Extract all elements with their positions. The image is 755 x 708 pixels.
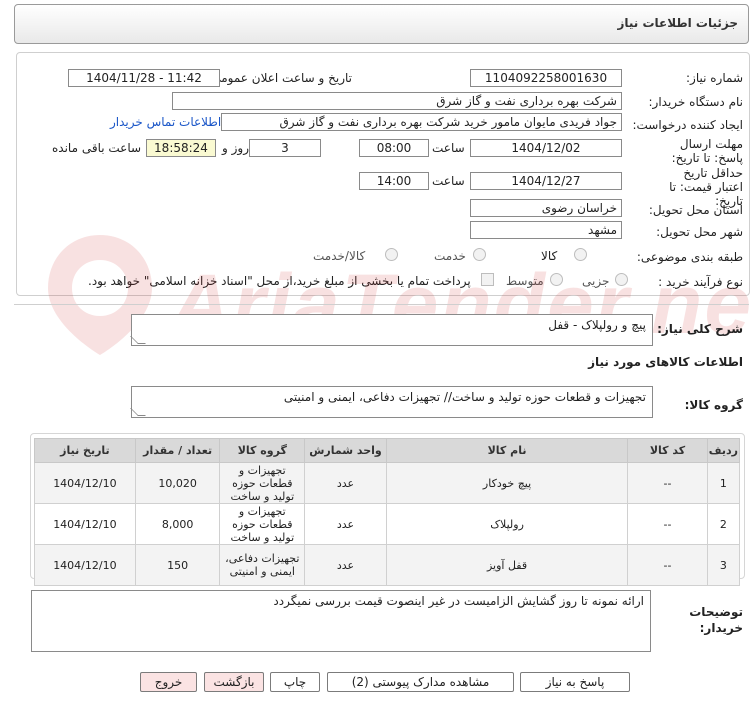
announce-datetime-field: 1404/11/28 - 11:42 bbox=[68, 69, 220, 87]
items-table: ردیف کد کالا نام کالا واحد شمارش گروه کا… bbox=[34, 438, 741, 586]
cell-need-date: 1404/12/10 bbox=[34, 462, 136, 504]
category-service-label: خدمت bbox=[434, 249, 466, 263]
back-button[interactable]: بازگشت bbox=[204, 672, 264, 692]
remaining-time-label: ساعت باقی مانده bbox=[52, 141, 142, 155]
process-medium-label: متوسط bbox=[506, 274, 544, 288]
need-number-label: شماره نیاز: bbox=[686, 71, 743, 85]
table-row: 3 -- قفل آویز عدد تجهیزات دفاعی، ایمنی و… bbox=[34, 544, 741, 586]
col-header-item-code: کد کالا bbox=[627, 438, 708, 463]
col-header-unit: واحد شمارش bbox=[304, 438, 387, 463]
remaining-time-field: 18:58:24 bbox=[146, 139, 216, 157]
reply-deadline-time: 08:00 bbox=[359, 139, 429, 157]
summary-label: شرح کلی نیاز: bbox=[657, 322, 743, 336]
reply-deadline-label: مهلت ارسال پاسخ: تا تاریخ: bbox=[671, 137, 743, 165]
resize-handle-icon[interactable] bbox=[130, 336, 146, 344]
cell-group: تجهیزات و قطعات حوزه تولید و ساخت bbox=[219, 462, 306, 504]
province-field: خراسان رضوی bbox=[470, 199, 622, 217]
col-header-item-name: نام کالا bbox=[385, 438, 629, 463]
city-field: مشهد bbox=[470, 221, 622, 239]
page-header: جزئیات اطلاعات نیاز bbox=[14, 4, 749, 44]
col-header-need-date: تاریخ نیاز bbox=[34, 438, 136, 463]
table-header-row: ردیف کد کالا نام کالا واحد شمارش گروه کا… bbox=[34, 438, 741, 463]
cell-item-name: پیچ خودکار bbox=[385, 462, 629, 504]
buyer-notes-label: توضیحات خریدار: bbox=[689, 605, 743, 635]
cell-group: تجهیزات دفاعی، ایمنی و امنیتی bbox=[219, 544, 306, 586]
requester-field: جواد فریدی مایوان مامور خرید شرکت بهره ب… bbox=[221, 113, 622, 131]
announce-datetime-label: تاریخ و ساعت اعلان عمومی: bbox=[207, 71, 352, 85]
page-title: جزئیات اطلاعات نیاز bbox=[617, 16, 738, 30]
reply-time-label: ساعت bbox=[432, 141, 465, 155]
cell-quantity: 8,000 bbox=[134, 503, 221, 545]
summary-text: پیچ و رولپلاک - قفل bbox=[548, 318, 646, 332]
goods-group-textarea: تجهیزات و قطعات حوزه تولید و ساخت// تجهی… bbox=[130, 386, 653, 418]
buyer-org-label: نام دستگاه خریدار: bbox=[648, 95, 744, 109]
cell-item-code: -- bbox=[627, 503, 708, 545]
cell-unit: عدد bbox=[304, 544, 387, 586]
goods-group-label: گروه کالا: bbox=[684, 398, 743, 412]
cell-unit: عدد bbox=[304, 503, 387, 545]
summary-textarea: پیچ و رولپلاک - قفل bbox=[130, 314, 653, 346]
price-validity-label: حداقل تاریخ اعتبار قیمت: تا تاریخ: bbox=[669, 166, 743, 208]
price-validity-date: 1404/12/27 bbox=[470, 172, 622, 190]
buyer-org-field: شرکت بهره برداری نفت و گاز شرق bbox=[172, 92, 622, 110]
table-row: 2 -- رولپلاک عدد تجهیزات و قطعات حوزه تو… bbox=[34, 503, 741, 545]
buyer-notes-textarea: ارائه نمونه تا روز گشایش الزامیست در غیر… bbox=[31, 590, 651, 652]
cell-need-date: 1404/12/10 bbox=[34, 544, 136, 586]
treasury-payment-note: پرداخت تمام یا بخشی از مبلغ خرید،از محل … bbox=[88, 274, 471, 288]
process-medium-radio[interactable] bbox=[550, 273, 563, 286]
process-minor-radio[interactable] bbox=[615, 273, 628, 286]
reply-button[interactable]: پاسخ به نیاز bbox=[520, 672, 630, 692]
cell-need-date: 1404/12/10 bbox=[34, 503, 136, 545]
cell-item-name: قفل آویز bbox=[385, 544, 629, 586]
cell-quantity: 150 bbox=[134, 544, 221, 586]
category-service-radio[interactable] bbox=[473, 248, 486, 261]
province-label: استان محل تحویل: bbox=[648, 203, 743, 217]
city-label: شهر محل تحویل: bbox=[656, 225, 743, 239]
category-both-radio[interactable] bbox=[385, 248, 398, 261]
buyer-contact-link[interactable]: اطلاعات تماس خریدار bbox=[110, 115, 221, 129]
cell-row-number: 2 bbox=[706, 503, 741, 545]
treasury-payment-checkbox[interactable] bbox=[481, 273, 494, 286]
cell-unit: عدد bbox=[304, 462, 387, 504]
reply-deadline-date: 1404/12/02 bbox=[470, 139, 622, 157]
cell-row-number: 1 bbox=[706, 462, 741, 504]
process-type-label: نوع فرآیند خرید : bbox=[658, 275, 743, 289]
price-validity-time: 14:00 bbox=[359, 172, 429, 190]
cell-group: تجهیزات و قطعات حوزه تولید و ساخت bbox=[219, 503, 306, 545]
resize-handle-icon[interactable] bbox=[130, 408, 146, 416]
requester-label: ایجاد کننده درخواست: bbox=[632, 118, 743, 132]
exit-button[interactable]: خروج bbox=[140, 672, 197, 692]
view-attachments-button[interactable]: مشاهده مدارک پیوستی (2) bbox=[327, 672, 514, 692]
goods-group-text: تجهیزات و قطعات حوزه تولید و ساخت// تجهی… bbox=[283, 390, 646, 404]
print-button[interactable]: چاپ bbox=[270, 672, 320, 692]
cell-quantity: 10,020 bbox=[134, 462, 221, 504]
cell-item-code: -- bbox=[627, 544, 708, 586]
price-validity-time-label: ساعت bbox=[432, 174, 465, 188]
cell-item-name: رولپلاک bbox=[385, 503, 629, 545]
process-minor-label: جزیی bbox=[582, 274, 610, 288]
category-label: طبقه بندی موضوعی: bbox=[636, 250, 743, 264]
category-both-label: کالا/خدمت bbox=[313, 249, 366, 263]
buyer-notes-text: ارائه نمونه تا روز گشایش الزامیست در غیر… bbox=[273, 594, 644, 608]
section-divider bbox=[14, 304, 749, 305]
cell-item-code: -- bbox=[627, 462, 708, 504]
col-header-row-number: ردیف bbox=[706, 438, 741, 463]
goods-info-title: اطلاعات کالاهای مورد نیاز bbox=[588, 355, 743, 369]
need-number-field: 1104092258001630 bbox=[470, 69, 622, 87]
category-goods-label: کالا bbox=[541, 249, 558, 263]
col-header-quantity: تعداد / مقدار bbox=[134, 438, 221, 463]
cell-row-number: 3 bbox=[706, 544, 741, 586]
category-goods-radio[interactable] bbox=[574, 248, 587, 261]
need-details-page: جزئیات اطلاعات نیاز شماره نیاز: 11040922… bbox=[0, 0, 755, 708]
table-row: 1 -- پیچ خودکار عدد تجهیزات و قطعات حوزه… bbox=[34, 462, 741, 504]
reply-days-field: 3 bbox=[249, 139, 321, 157]
col-header-group: گروه کالا bbox=[219, 438, 306, 463]
days-label: روز و bbox=[222, 141, 249, 155]
